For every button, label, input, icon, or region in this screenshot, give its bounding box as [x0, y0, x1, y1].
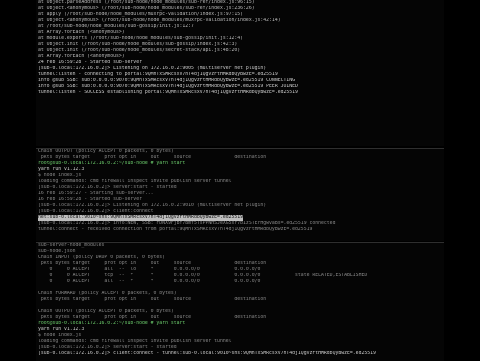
terminal-line: tunnel:listen - SUCCESS establishing por…	[38, 90, 298, 95]
screen: at Object.parseAddress (/root/sub-node/n…	[0, 0, 480, 361]
terminal-pane-middle[interactable]: Chain OUTPUT (policy ACCEPT 0 packets, 0…	[36, 148, 444, 241]
letterbox-right	[444, 0, 480, 360]
terminal-line: [sub-0.local:172.16.0.2]> client:connect…	[38, 351, 376, 356]
terminal-line: tunnel:connect - received connection fro…	[38, 227, 313, 232]
terminal-pane-top[interactable]: at Object.parseAddress (/root/sub-node/n…	[36, 0, 444, 146]
letterbox-left	[0, 0, 36, 360]
terminal-pane-bottom[interactable]: sub-server-node_modules sub-node.json Ch…	[36, 242, 444, 361]
